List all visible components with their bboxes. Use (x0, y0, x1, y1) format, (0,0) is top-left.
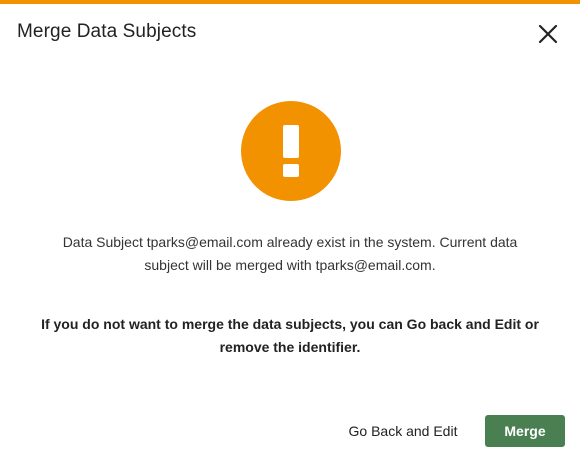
merge-message-line-2: subject will be merged with tparks@email… (144, 257, 436, 273)
merge-warning-line-1: If you do not want to merge the data sub… (41, 316, 539, 332)
close-button[interactable] (532, 18, 564, 50)
dialog-title: Merge Data Subjects (17, 21, 197, 42)
go-back-and-edit-button[interactable]: Go Back and Edit (336, 415, 470, 447)
exclamation-icon (283, 125, 299, 177)
merge-dialog: Merge Data Subjects Data Subject tparks@… (0, 0, 580, 460)
merge-warning: If you do not want to merge the data sub… (20, 313, 560, 359)
top-accent-bar (0, 0, 580, 4)
merge-warning-line-2: remove the identifier. (219, 339, 361, 355)
merge-message: Data Subject tparks@email.com already ex… (20, 231, 560, 277)
close-icon (538, 24, 558, 44)
merge-message-line-1: Data Subject tparks@email.com already ex… (62, 234, 518, 250)
merge-button[interactable]: Merge (485, 415, 565, 447)
warning-badge (241, 101, 341, 201)
